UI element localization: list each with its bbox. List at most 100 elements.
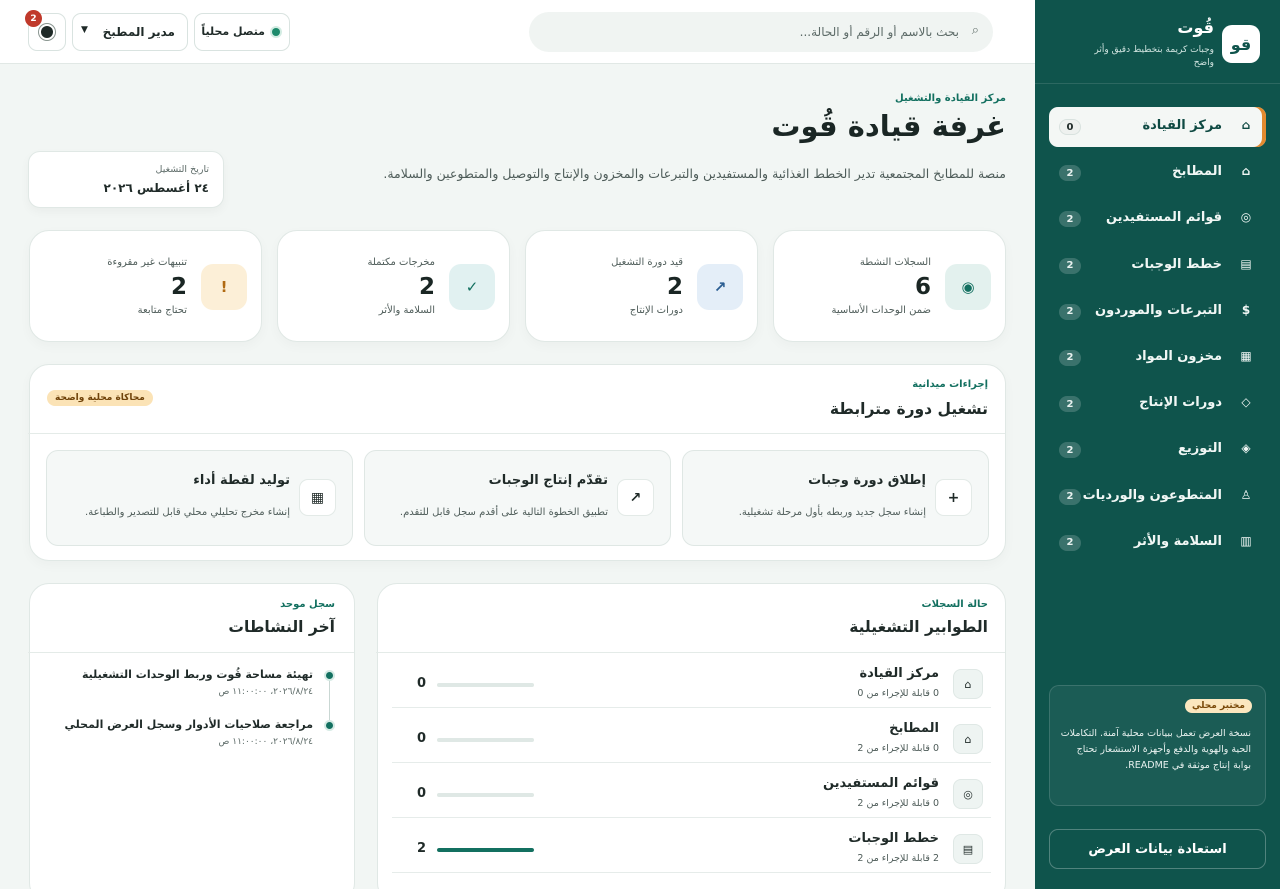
target-icon: ◎	[1240, 210, 1252, 225]
search-input[interactable]	[559, 22, 959, 42]
page-eyebrow: مركز القيادة والتشغيل	[895, 93, 1006, 104]
sidebar-divider	[1035, 83, 1280, 84]
operations-title: تشغيل دورة مترابطة	[829, 400, 988, 418]
stat-card: ✓ مخرجات مكتملة 2 السلامة والأثر	[277, 230, 510, 342]
sidebar-item-count-badge: 2	[1059, 488, 1081, 505]
sidebar-item-label: قوائم المستفيدين	[1105, 210, 1222, 226]
queue-sublabel: 2 قابلة للإجراء من 2	[857, 853, 939, 864]
sidebar: قو قُوت وجبات كريمة بتخطيط دقيق وأثر واض…	[1035, 0, 1280, 889]
sidebar-item-0[interactable]: ⌂ مركز القيادة 0	[1049, 107, 1266, 147]
sidebar-item-2[interactable]: ◎ قوائم المستفيدين 2	[1049, 199, 1266, 239]
sidebar-item-count-badge: 2	[1059, 257, 1081, 274]
sidebar-item-6[interactable]: ◇ دورات الإنتاج 2	[1049, 384, 1266, 424]
sidebar-item-label: خطط الوجبات	[1131, 256, 1222, 272]
sidebar-item-label: المطابخ	[1172, 164, 1222, 180]
record-icon: ◉	[945, 264, 991, 310]
sidebar-item-9[interactable]: ▥ السلامة والأثر 2	[1049, 523, 1266, 563]
activity-title: آخر النشاطات	[228, 618, 335, 636]
stat-sublabel: دورات الإنتاج	[629, 305, 683, 316]
queue-sublabel: 0 قابلة للإجراء من 2	[857, 743, 939, 754]
status-dot-icon	[272, 28, 280, 36]
sidebar-item-5[interactable]: ▦ مخزون المواد 2	[1049, 338, 1266, 378]
grid-icon: ▦	[1240, 348, 1252, 363]
check-icon: ✓	[449, 264, 495, 310]
sidebar-item-count-badge: 2	[1059, 349, 1081, 366]
activity-divider	[28, 652, 354, 653]
stat-sublabel: تحتاج متابعة	[137, 305, 187, 316]
queue-row[interactable]: ⌂ المطابخ 0 قابلة للإجراء من 2 0	[392, 708, 991, 763]
queue-count: 0	[417, 786, 427, 801]
sidebar-item-count-badge: 2	[1059, 534, 1081, 551]
connection-status[interactable]: متصل محلياً	[194, 13, 290, 51]
brand-subtitle: وجبات كريمة بتخطيط دقيق وأثر واضح	[1094, 45, 1214, 68]
operation-date-card: تاريخ التشغيل ٢٤ أغسطس ٢٠٢٦	[28, 151, 224, 208]
chevron-down-icon: ▼	[81, 25, 88, 35]
activity-eyebrow: سجل موحد	[280, 599, 335, 610]
page-description: منصة للمطابخ المجتمعية تدير الخطط الغذائ…	[383, 166, 1006, 181]
sidebar-item-count-badge: 2	[1059, 165, 1081, 182]
action-description: إنشاء مخرج تحليلي محلي قابل للتصدير والط…	[85, 507, 290, 518]
sidebar-item-4[interactable]: $ التبرعات والموردون 2	[1049, 292, 1266, 332]
sidebar-item-7[interactable]: ◈ التوزيع 2	[1049, 430, 1266, 470]
home-icon: ⌂	[1241, 118, 1251, 132]
stat-label: السجلات النشطة	[859, 257, 931, 268]
queue-row[interactable]: ⌂ مركز القيادة 0 قابلة للإجراء من 0 0	[392, 653, 991, 708]
stat-card: ↗ قيد دورة التشغيل 2 دورات الإنتاج	[525, 230, 758, 342]
notification-icon	[41, 26, 53, 38]
list-icon: ▤	[953, 834, 983, 864]
report-icon: ▥	[1240, 533, 1252, 548]
activity-time: ٢٠٢٦/٨/٢٤، ١١:٠٠:٠٠ ص	[218, 687, 314, 697]
restore-demo-data-button[interactable]: استعادة بيانات العرض	[1049, 829, 1266, 869]
person-icon: ♙	[1240, 487, 1252, 502]
search-box[interactable]: ⌕	[529, 12, 993, 52]
sidebar-item-label: مركز القيادة	[1142, 118, 1222, 133]
sidebar-item-label: دورات الإنتاج	[1139, 395, 1222, 411]
alert-icon: !	[201, 264, 247, 310]
queue-name: المطابخ	[889, 721, 939, 736]
queues-card: حالة السجلات الطوابير التشغيلية ⌂ مركز ال…	[376, 583, 1006, 889]
queues-title: الطوابير التشغيلية	[849, 618, 988, 636]
list-icon: ▤	[1240, 256, 1252, 271]
sidebar-item-3[interactable]: ▤ خطط الوجبات 2	[1049, 246, 1266, 286]
timeline-line	[329, 680, 330, 724]
stat-card: ! تنبيهات غير مقروءة 2 تحتاج متابعة	[29, 230, 262, 342]
stat-sublabel: السلامة والأثر	[378, 305, 435, 316]
report-icon: ▦	[299, 479, 336, 516]
queue-progress-bar	[437, 848, 534, 852]
stat-sublabel: ضمن الوحدات الأساسية	[831, 305, 931, 316]
sidebar-item-8[interactable]: ♙ المتطوعون والورديات 2	[1049, 477, 1266, 517]
stat-label: تنبيهات غير مقروءة	[107, 257, 187, 268]
action-card-2[interactable]: ▦ توليد لقطة أداء إنشاء مخرج تحليلي محلي ق…	[46, 450, 353, 546]
operations-divider	[28, 433, 1005, 434]
activity-text: تهيئة مساحة قُوت وربط الوحدات التشغيلية	[82, 668, 313, 681]
arrow-up-right-icon: ↗	[697, 264, 743, 310]
sidebar-item-label: التبرعات والموردون	[1094, 302, 1222, 318]
activity-card: سجل موحد آخر النشاطات تهيئة مساحة قُوت و…	[28, 583, 355, 889]
role-select-value: مدير المطبخ	[102, 25, 175, 39]
brand-logo: قو	[1222, 25, 1260, 63]
queue-count: 0	[417, 676, 427, 691]
target-icon: ◎	[953, 779, 983, 809]
timeline-dot-icon	[326, 722, 333, 729]
action-card-1[interactable]: ↗ تقدّم إنتاج الوجبات تطبيق الخطوة التالية…	[364, 450, 671, 546]
diamond-outline-icon: ◇	[1241, 395, 1251, 410]
queue-row[interactable]: ◎ قوائم المستفيدين 0 قابلة للإجراء من 2 0	[392, 763, 991, 818]
brand: قو قُوت وجبات كريمة بتخطيط دقيق وأثر واض…	[1048, 14, 1264, 80]
date-label: تاريخ التشغيل	[155, 164, 209, 175]
arrow-up-right-icon: ↗	[617, 479, 654, 516]
connection-status-label: متصل محلياً	[201, 25, 265, 38]
sidebar-item-count-badge: 2	[1059, 211, 1081, 228]
queue-sublabel: 0 قابلة للإجراء من 0	[857, 688, 939, 699]
activity-text: مراجعة صلاحيات الأدوار وسجل العرض المحلي	[64, 718, 313, 731]
operations-eyebrow: إجراءات ميدانية	[912, 379, 988, 390]
action-card-0[interactable]: + إطلاق دورة وجبات إنشاء سجل جديد وربطه بأ…	[682, 450, 989, 546]
notifications-button[interactable]: 2	[25, 10, 66, 51]
queue-name: خطط الوجبات	[848, 831, 939, 846]
kitchen-icon: ⌂	[953, 724, 983, 754]
role-select[interactable]: مدير المطبخ ▼	[72, 13, 188, 51]
queues-eyebrow: حالة السجلات	[921, 599, 988, 610]
queue-count: 0	[417, 731, 427, 746]
queue-row[interactable]: ▤ خطط الوجبات 2 قابلة للإجراء من 2 2	[392, 818, 991, 873]
sidebar-item-1[interactable]: ⌂ المطابخ 2	[1049, 153, 1266, 193]
topbar: ⌕ متصل محلياً مدير المطبخ ▼ 2	[0, 0, 1035, 64]
